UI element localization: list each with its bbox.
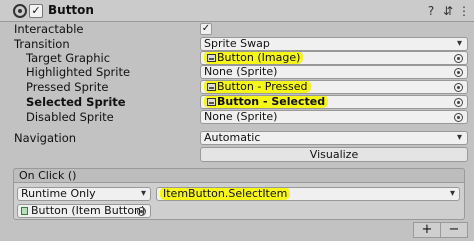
target-graphic-label: Target Graphic [26, 51, 111, 65]
disabled-sprite-label: Disabled Sprite [26, 110, 114, 124]
pressed-sprite-field[interactable]: Button - Pressed [200, 80, 468, 94]
target-graphic-value: Button (Image) [217, 51, 301, 64]
disabled-sprite-field[interactable]: None (Sprite) [200, 110, 468, 124]
add-event-button[interactable]: + [413, 222, 441, 238]
disabled-sprite-value: None (Sprite) [204, 110, 278, 123]
target-object-field[interactable]: Button (Item Button) [17, 204, 151, 218]
object-picker-icon[interactable] [454, 113, 463, 122]
visualize-button[interactable]: Visualize [200, 147, 468, 162]
sprite-icon [207, 98, 216, 106]
function-value: ItemButton.SelectItem [163, 187, 288, 200]
navigation-label: Navigation [14, 131, 77, 145]
target-object-value: Button (Item Button) [31, 204, 146, 217]
highlighted-sprite-value: None (Sprite) [204, 65, 278, 78]
runtime-dropdown[interactable]: Runtime Only [17, 187, 151, 201]
selected-sprite-label: Selected Sprite [26, 95, 126, 109]
component-icon [13, 4, 27, 18]
sprite-icon [207, 54, 216, 62]
function-highlight: ItemButton.SelectItem [160, 187, 291, 200]
navigation-value: Automatic [204, 131, 261, 144]
object-picker-icon[interactable] [454, 98, 463, 107]
object-picker-icon[interactable] [454, 54, 463, 63]
transition-value: Sprite Swap [204, 37, 270, 50]
help-icon[interactable]: ? [424, 4, 438, 18]
runtime-value: Runtime Only [21, 187, 96, 200]
selected-sprite-value: Button - Selected [217, 95, 326, 108]
transition-dropdown[interactable]: Sprite Swap [200, 37, 468, 51]
highlighted-sprite-label: Highlighted Sprite [26, 65, 131, 79]
highlighted-sprite-field[interactable]: None (Sprite) [200, 65, 468, 79]
selected-sprite-field[interactable]: Button - Selected [200, 95, 468, 109]
navigation-dropdown[interactable]: Automatic [200, 131, 468, 145]
gameobject-icon [21, 207, 28, 215]
selected-sprite-highlight: Button - Selected [204, 95, 329, 108]
enabled-checkbox[interactable]: ✓ [29, 4, 43, 18]
object-picker-icon[interactable] [454, 68, 463, 77]
sprite-icon [207, 83, 216, 91]
interactable-label: Interactable [14, 22, 84, 36]
preset-icon[interactable]: ⇵ [441, 4, 455, 18]
pressed-sprite-value: Button - Pressed [217, 80, 308, 93]
interactable-checkbox[interactable]: ✓ [200, 23, 212, 35]
component-title: Button [48, 3, 94, 17]
object-picker-icon[interactable] [454, 83, 463, 92]
function-dropdown[interactable]: ItemButton.SelectItem [156, 187, 460, 201]
pressed-sprite-highlight: Button - Pressed [204, 80, 311, 93]
pressed-sprite-label: Pressed Sprite [26, 80, 109, 94]
object-picker-icon[interactable] [137, 207, 146, 216]
menu-icon[interactable]: ⋮ [457, 4, 471, 18]
target-graphic-highlight: Button (Image) [204, 51, 304, 64]
remove-event-button[interactable]: − [440, 222, 468, 238]
component-header: ✓ Button ? ⇵ ⋮ [0, 0, 474, 22]
on-click-header: On Click () [13, 168, 465, 183]
transition-label: Transition [14, 37, 70, 51]
target-graphic-field[interactable]: Button (Image) [200, 51, 468, 65]
